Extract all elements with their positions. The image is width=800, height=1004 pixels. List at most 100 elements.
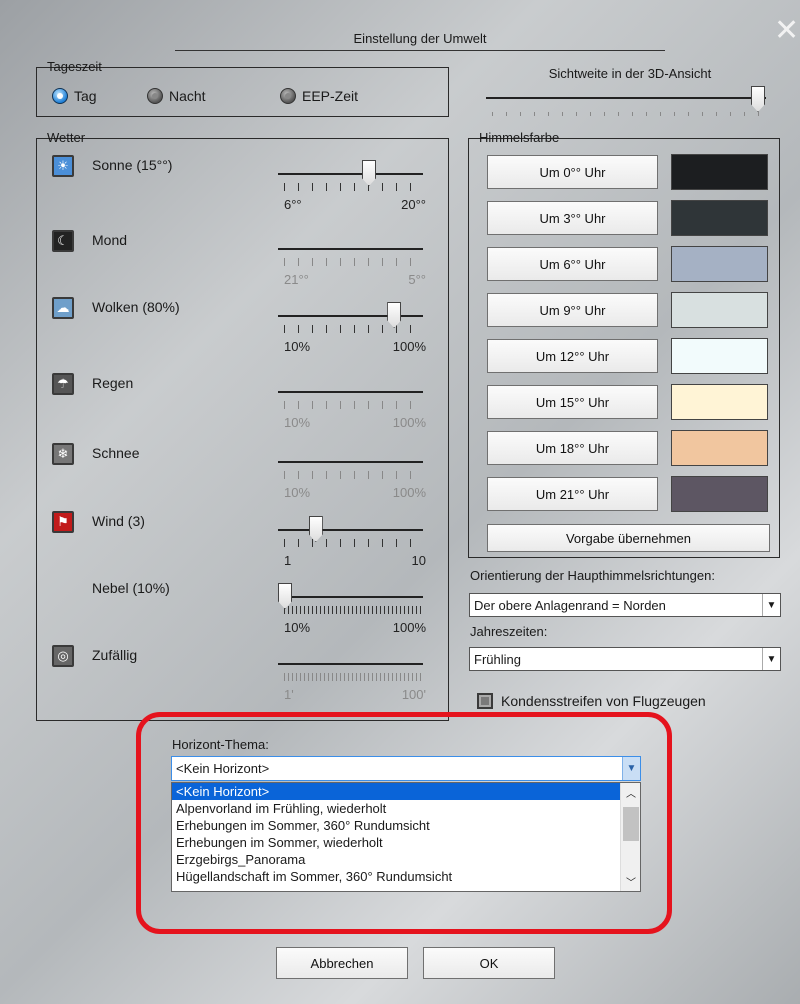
wetter-label: Sonne (15°°) <box>92 157 173 173</box>
wetter-slider-min: 1' <box>284 687 294 702</box>
horizont-select[interactable]: <Kein Horizont> ▼ <box>171 756 641 781</box>
chevron-down-icon[interactable]: ▼ <box>762 594 780 616</box>
sichtweite-ticks <box>492 112 762 116</box>
wetter-slider-max: 100% <box>392 485 426 500</box>
kondens-label: Kondensstreifen von Flugzeugen <box>501 693 706 709</box>
wetter-slider-track[interactable] <box>278 315 423 317</box>
wetter-slider-ticks <box>284 471 424 479</box>
wetter-slider-ticks <box>284 539 424 547</box>
wetter-slider-ticks <box>284 606 424 614</box>
kondens-checkbox[interactable]: Kondensstreifen von Flugzeugen <box>477 693 706 709</box>
sichtweite-slider-thumb[interactable] <box>751 86 765 112</box>
horizont-option[interactable]: <Kein Horizont> <box>172 783 640 800</box>
horizont-option[interactable]: Hügellandschaft im Sommer, 360° Rundumsi… <box>172 868 640 885</box>
wetter-slider-track <box>278 663 423 665</box>
scrollbar-thumb[interactable] <box>623 807 639 841</box>
wetter-slider-ticks <box>284 401 424 409</box>
wetter-slider-track <box>278 391 423 393</box>
sky-time-button[interactable]: Um 3°° Uhr <box>487 201 658 235</box>
chevron-down-icon[interactable]: ▼ <box>622 757 640 780</box>
wetter-slider-ticks <box>284 673 424 681</box>
vorgabe-button[interactable]: Vorgabe übernehmen <box>487 524 770 552</box>
cancel-button[interactable]: Abbrechen <box>276 947 408 979</box>
wetter-slider-track[interactable] <box>278 173 423 175</box>
wetter-slider-min: 10% <box>284 485 311 500</box>
sky-color-swatch[interactable] <box>671 384 768 420</box>
snow-icon[interactable]: ❄ <box>52 443 74 465</box>
wetter-label: Wind (3) <box>92 513 145 529</box>
sky-time-button[interactable]: Um 9°° Uhr <box>487 293 658 327</box>
orientierung-value: Der obere Anlagenrand = Norden <box>474 597 666 613</box>
sky-time-button[interactable]: Um 0°° Uhr <box>487 155 658 189</box>
ok-button[interactable]: OK <box>423 947 555 979</box>
sky-time-button[interactable]: Um 6°° Uhr <box>487 247 658 281</box>
jahreszeiten-select[interactable]: Frühling ▼ <box>469 647 781 671</box>
sky-color-swatch[interactable] <box>671 154 768 190</box>
sky-time-button[interactable]: Um 15°° Uhr <box>487 385 658 419</box>
radio-icon <box>147 88 163 104</box>
radio-eep-zeit[interactable]: EEP-Zeit <box>280 88 358 104</box>
sky-time-button[interactable]: Um 21°° Uhr <box>487 477 658 511</box>
wetter-label: Zufällig <box>92 647 138 663</box>
random-icon[interactable]: ◎ <box>52 645 74 667</box>
wetter-slider-max: 100% <box>392 620 426 635</box>
radio-icon <box>280 88 296 104</box>
wetter-slider-min: 10% <box>284 415 311 430</box>
wetter-slider-max: 100' <box>401 687 426 702</box>
wetter-label: Wolken (80%) <box>92 299 180 315</box>
horizont-value: <Kein Horizont> <box>176 761 270 776</box>
sky-time-button[interactable]: Um 12°° Uhr <box>487 339 658 373</box>
sichtweite-track <box>486 97 766 99</box>
chevron-down-icon[interactable]: ▼ <box>762 648 780 670</box>
orientierung-select[interactable]: Der obere Anlagenrand = Norden ▼ <box>469 593 781 617</box>
dialog-title: Einstellung der Umwelt <box>175 31 665 51</box>
radio-tag[interactable]: Tag <box>52 88 97 104</box>
wetter-slider-track <box>278 248 423 250</box>
chevron-up-icon[interactable]: ︿ <box>626 785 636 800</box>
radio-tag-label: Tag <box>74 88 97 104</box>
moon-icon[interactable]: ☾ <box>52 230 74 252</box>
wetter-slider-track[interactable] <box>278 596 423 598</box>
wetter-label: Regen <box>92 375 134 391</box>
sky-color-swatch[interactable] <box>671 338 768 374</box>
wetter-legend: Wetter <box>47 130 86 145</box>
wetter-slider-min: 6°° <box>284 197 302 212</box>
horizont-dropdown-list: <Kein Horizont> Alpenvorland im Frühling,… <box>171 782 641 892</box>
chevron-down-icon[interactable]: ﹀ <box>626 874 636 889</box>
sky-time-button[interactable]: Um 18°° Uhr <box>487 431 658 465</box>
wind-icon[interactable]: ⚑ <box>52 511 74 533</box>
wetter-label: Schnee <box>92 445 140 461</box>
sun-icon[interactable]: ☀ <box>52 155 74 177</box>
wetter-slider-min: 1 <box>284 553 292 568</box>
wetter-slider-ticks <box>284 325 424 333</box>
close-icon[interactable]: ✕ <box>774 16 800 46</box>
dropdown-scrollbar[interactable]: ︿ ﹀ <box>620 783 640 891</box>
wetter-slider-max: 10 <box>411 553 426 568</box>
sky-color-swatch[interactable] <box>671 246 768 282</box>
wetter-slider-min: 10% <box>284 620 311 635</box>
wetter-slider-ticks <box>284 258 424 266</box>
sky-color-swatch[interactable] <box>671 292 768 328</box>
orientierung-label: Orientierung der Haupthimmelsrichtungen: <box>470 568 715 583</box>
radio-nacht[interactable]: Nacht <box>147 88 206 104</box>
horizont-option[interactable]: Erhebungen im Sommer, 360° Rundumsicht <box>172 817 640 834</box>
wetter-slider-max: 5°° <box>408 272 426 287</box>
wetter-slider-max: 100% <box>392 415 426 430</box>
wetter-slider-ticks <box>284 183 424 191</box>
horizont-option[interactable]: Erhebungen im Sommer, wiederholt <box>172 834 640 851</box>
horizont-option[interactable]: Erzgebirgs_Panorama <box>172 851 640 868</box>
rain-icon[interactable]: ☂ <box>52 373 74 395</box>
wetter-label: Mond <box>92 232 128 248</box>
sky-color-swatch[interactable] <box>671 476 768 512</box>
radio-nacht-label: Nacht <box>169 88 206 104</box>
sky-color-swatch[interactable] <box>671 430 768 466</box>
horizont-option[interactable]: Alpenvorland im Frühling, wiederholt <box>172 800 640 817</box>
sichtweite-label: Sichtweite in der 3D-Ansicht <box>548 66 712 81</box>
sky-color-swatch[interactable] <box>671 200 768 236</box>
cloud-icon[interactable]: ☁ <box>52 297 74 319</box>
wetter-slider-max: 100% <box>392 339 426 354</box>
wetter-slider-min: 10% <box>284 339 311 354</box>
wetter-slider-track[interactable] <box>278 529 423 531</box>
horizont-label: Horizont-Thema: <box>172 737 269 752</box>
radio-eep-zeit-label: EEP-Zeit <box>302 88 359 104</box>
